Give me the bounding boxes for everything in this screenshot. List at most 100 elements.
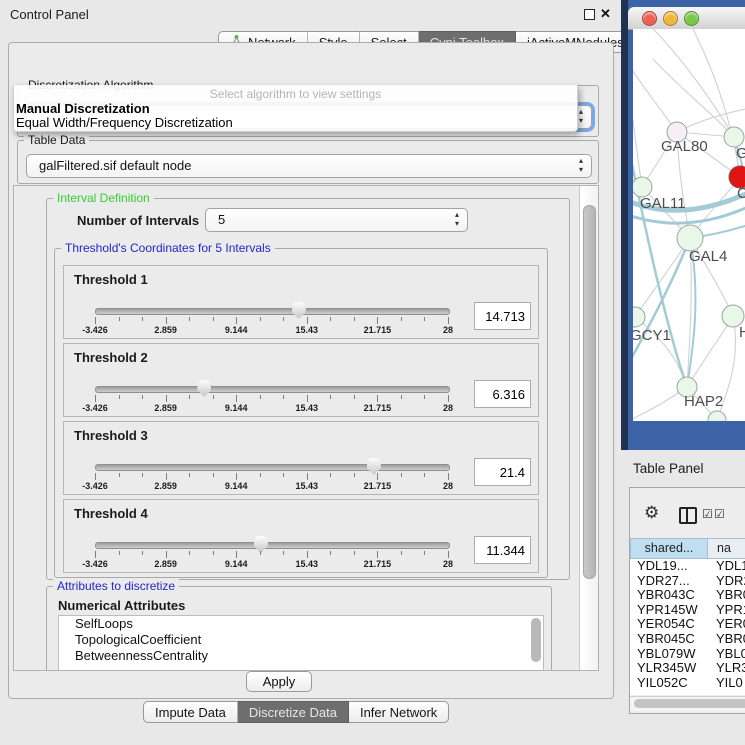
slider-tick-label: 2.859 [154, 325, 177, 335]
checkbox-icon[interactable]: ☑ [702, 507, 713, 521]
vertical-scrollbar[interactable] [579, 186, 599, 670]
network-view-window: GAL80GACGAL11GAL4GCY1HHAP2 [621, 0, 745, 450]
network-node[interactable] [724, 127, 744, 147]
column-header[interactable]: na [708, 538, 745, 559]
slider-track[interactable] [95, 308, 450, 315]
table-panel-title: Table Panel [633, 461, 704, 476]
threshold-value-field[interactable] [474, 458, 531, 486]
table-cell[interactable]: YER054C [630, 617, 708, 632]
zoom-traffic-light[interactable] [684, 11, 699, 26]
table-row[interactable]: YIL052CYIL0 [630, 676, 745, 691]
table-cell[interactable]: YIL052C [630, 676, 708, 691]
slider-track[interactable] [95, 386, 450, 393]
table-data-combobox[interactable]: galFiltered.sif default node ▴▾ [26, 154, 592, 178]
table-cell[interactable]: YLR3 [708, 661, 745, 676]
table-row[interactable]: YDL19...YDL1 [630, 559, 745, 574]
tab-label: Infer Network [360, 702, 437, 723]
thresholds-group: Threshold's Coordinates for 5 Intervals … [54, 248, 548, 578]
numerical-attributes-list[interactable]: SelfLoopsTopologicalCoefficientBetweenne… [58, 615, 544, 671]
apply-button[interactable]: Apply [246, 671, 312, 692]
checkbox-icon[interactable]: ☑ [714, 507, 725, 521]
table-rows: YDL19...YDL1YDR27...YDR2YBR043CYBR0YPR14… [630, 559, 745, 695]
attribute-list-item[interactable]: SelfLoops [59, 616, 543, 632]
attribute-list-item[interactable]: BetweennessCentrality [59, 648, 543, 664]
slider-tick-labels: -3.4262.8599.14415.4321.71528 [95, 325, 448, 335]
slider-tick-label: -3.426 [82, 403, 108, 413]
tab-discretize-data[interactable]: Discretize Data [238, 701, 349, 723]
gear-icon[interactable]: ⚙ [644, 503, 659, 523]
table-cell[interactable]: YDL19... [630, 559, 708, 574]
slider-tick-label: -3.426 [82, 325, 108, 335]
threshold-value-field[interactable] [474, 302, 531, 330]
table-cell[interactable]: YPR145W [630, 603, 708, 618]
column-header[interactable]: shared... [630, 538, 708, 559]
spinner-arrows-icon[interactable]: ▴▾ [579, 107, 583, 125]
algorithm-option[interactable]: Manual Discretization [16, 102, 150, 116]
slider-tick-label: 28 [443, 325, 453, 335]
slider-tick-label: 15.43 [296, 481, 319, 491]
table-cell[interactable]: YLR345W [630, 661, 708, 676]
screen: Control Panel ✕ NetworkStyleSelectCyni T… [0, 0, 745, 745]
table-cell[interactable]: YDR2 [708, 574, 745, 589]
control-panel: Control Panel ✕ NetworkStyleSelectCyni T… [0, 0, 620, 745]
table-row[interactable]: YLR345WYLR3 [630, 661, 745, 676]
numerical-attributes-label: Numerical Attributes [58, 598, 185, 613]
slider-tick-label: 2.859 [154, 559, 177, 569]
table-panel: ⚙ ☑ ☑ shared...na YDL19...YDL1YDR27...YD… [629, 487, 745, 714]
network-node-label: GAL80 [661, 138, 708, 155]
attribute-list-item[interactable]: TopologicalCoefficient [59, 632, 543, 648]
float-window-icon[interactable] [584, 9, 595, 20]
vertical-scrollbar-thumb[interactable] [583, 205, 596, 579]
table-cell[interactable]: YBL0 [708, 647, 745, 662]
minimize-traffic-light[interactable] [663, 11, 678, 26]
algorithm-option[interactable]: Equal Width/Frequency Discretization [16, 116, 233, 130]
network-node-label: GAL4 [689, 248, 727, 265]
table-cell[interactable]: YBR045C [630, 632, 708, 647]
group-title: Interval Definition [53, 191, 154, 205]
slider-tick-label: 15.43 [296, 325, 319, 335]
table-cell[interactable]: YER0 [708, 617, 745, 632]
tab-infer-network[interactable]: Infer Network [349, 701, 449, 723]
columns-icon[interactable] [679, 507, 697, 524]
table-cell[interactable]: YPR1 [708, 603, 745, 618]
table-row[interactable]: YBR045CYBR0 [630, 632, 745, 647]
number-of-intervals-spinner[interactable]: 5 ▴▾ [205, 208, 468, 232]
network-node[interactable] [633, 177, 652, 197]
close-traffic-light[interactable] [642, 11, 657, 26]
slider-tick-labels: -3.4262.8599.14415.4321.71528 [95, 481, 448, 491]
tab-impute-data[interactable]: Impute Data [143, 701, 238, 723]
horizontal-scrollbar-thumb[interactable] [634, 699, 745, 708]
network-window-titlebar [628, 7, 745, 30]
network-edge [633, 229, 635, 317]
network-canvas[interactable]: GAL80GACGAL11GAL4GCY1HHAP2 [633, 29, 745, 421]
close-icon[interactable]: ✕ [600, 6, 611, 22]
table-cell[interactable]: YBR0 [708, 632, 745, 647]
slider-track[interactable] [95, 542, 450, 549]
network-node-label: HAP2 [684, 393, 723, 410]
table-cell[interactable]: YBR0 [708, 588, 745, 603]
table-cell[interactable]: YIL0 [708, 676, 745, 691]
table-row[interactable]: YPR145WYPR1 [630, 603, 745, 618]
threshold-value-field[interactable] [474, 380, 531, 408]
list-scrollbar-thumb[interactable] [531, 618, 541, 662]
table-cell[interactable]: YDR27... [630, 574, 708, 589]
slider-tick-label: 15.43 [296, 559, 319, 569]
panel-title: Control Panel [10, 7, 89, 22]
control-panel-titlebar: Control Panel ✕ [0, 0, 620, 28]
cyni-toolbox-panel: Discretization Algorithm ▴▾ Select algor… [8, 42, 614, 699]
spinner-arrows-icon[interactable]: ▴▾ [455, 210, 459, 228]
slider-track[interactable] [95, 464, 450, 471]
table-row[interactable]: YDR27...YDR2 [630, 574, 745, 589]
threshold-value-field[interactable] [474, 536, 531, 564]
spinner-arrows-icon[interactable]: ▴▾ [579, 156, 583, 174]
table-cell[interactable]: YDL1 [708, 559, 745, 574]
horizontal-scrollbar[interactable] [630, 696, 745, 711]
threshold-panel: Threshold 2 -3.4262.8599.14415.4321.7152… [63, 343, 539, 417]
table-row[interactable]: YER054CYER0 [630, 617, 745, 632]
table-row[interactable]: YBR043CYBR0 [630, 588, 745, 603]
slider-tick-label: 28 [443, 403, 453, 413]
table-header: shared...na [630, 538, 745, 559]
table-cell[interactable]: YBR043C [630, 588, 708, 603]
table-row[interactable]: YBL079WYBL0 [630, 647, 745, 662]
table-cell[interactable]: YBL079W [630, 647, 708, 662]
